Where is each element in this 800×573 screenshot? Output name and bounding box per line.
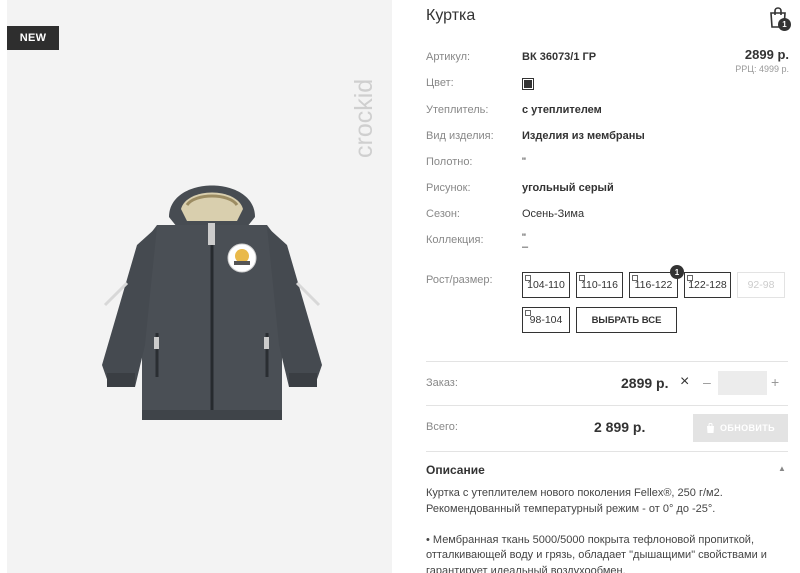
total-label: Всего: — [426, 421, 458, 433]
color-swatch[interactable] — [522, 78, 534, 90]
quantity-input[interactable] — [718, 371, 767, 395]
new-badge: NEW — [7, 26, 59, 50]
attr-value: " — [522, 156, 526, 168]
product-title: Куртка — [426, 7, 476, 24]
brand-logo: crockid — [350, 79, 378, 158]
total-price: 2 899 р. — [594, 419, 646, 435]
attr-pattern: Рисунок: угольный серый — [426, 182, 614, 194]
product-price: 2899 р. — [744, 47, 789, 62]
attr-value: Изделия из мембраны — [522, 130, 645, 142]
attr-label: Утеплитель: — [426, 104, 489, 116]
svg-text:crockid: crockid — [350, 79, 378, 158]
collapse-arrow-icon[interactable]: ▲ — [778, 464, 786, 473]
size-option[interactable]: 110-116 — [576, 272, 623, 298]
attr-insulation: Утеплитель: с утеплителем — [426, 104, 602, 116]
attr-label: Цвет: — [426, 77, 454, 89]
attr-color: Цвет: — [426, 77, 534, 90]
attr-label: Артикул: — [426, 51, 471, 63]
recommended-price: РРЦ: 4999 р. — [735, 64, 789, 74]
size-option[interactable]: 104-110 — [522, 272, 570, 298]
cart-count-badge: 1 — [778, 18, 791, 31]
description-text: Куртка с утеплителем нового поколения Fe… — [426, 486, 788, 573]
attr-season: Сезон: Осень-Зима — [426, 208, 584, 220]
attr-product-type: Вид изделия: Изделия из мембраны — [426, 130, 645, 142]
size-label-row: Рост/размер: — [426, 274, 522, 286]
attr-value: Осень-Зима — [522, 208, 585, 220]
cart-small-icon — [706, 423, 714, 433]
attr-label: Полотно: — [426, 156, 473, 168]
order-label: Заказ: — [426, 377, 458, 389]
size-option-disabled: 92-98 — [737, 272, 785, 298]
divider — [426, 451, 788, 452]
attr-collection: Коллекция: " – — [426, 233, 529, 253]
size-option[interactable]: 122-128 — [684, 272, 731, 298]
attr-value-2: – — [522, 241, 529, 253]
select-all-sizes-button[interactable]: ВЫБРАТЬ ВСЕ — [576, 307, 677, 333]
attr-value: угольный серый — [522, 182, 614, 194]
attr-label: Сезон: — [426, 208, 460, 220]
attr-article: Артикул: ВК 36073/1 ГР — [426, 51, 596, 63]
quantity-decrease-button[interactable]: – — [703, 374, 711, 390]
size-label: Рост/размер: — [426, 274, 493, 286]
description-paragraph: • Мембранная ткань 5000/5000 покрыта теф… — [426, 533, 767, 573]
divider — [426, 361, 788, 362]
quantity-increase-button[interactable]: + — [771, 374, 779, 390]
product-info: Куртка 1 2899 р. РРЦ: 4999 р. Артикул: В… — [426, 0, 791, 573]
order-price: 2899 р. — [621, 375, 669, 391]
description-paragraph: Куртка с утеплителем нового поколения Fe… — [426, 487, 723, 515]
attr-value: с утеплителем — [522, 104, 602, 116]
attr-value: ВК 36073/1 ГР — [522, 51, 597, 63]
divider — [426, 405, 788, 406]
size-option[interactable]: 98-104 — [522, 307, 570, 333]
jacket-photo — [102, 185, 322, 420]
attr-fabric: Полотно: " — [426, 156, 526, 168]
product-image-panel[interactable]: NEW crockid — [7, 0, 392, 573]
description-title: Описание — [426, 463, 485, 477]
attr-label: Вид изделия: — [426, 130, 494, 142]
attr-label: Коллекция: — [426, 234, 484, 246]
remove-order-icon[interactable]: × — [680, 373, 689, 391]
update-cart-button[interactable]: ОБНОВИТЬ — [693, 414, 788, 442]
size-count-badge: 1 — [670, 265, 684, 279]
attr-label: Рисунок: — [426, 182, 471, 194]
